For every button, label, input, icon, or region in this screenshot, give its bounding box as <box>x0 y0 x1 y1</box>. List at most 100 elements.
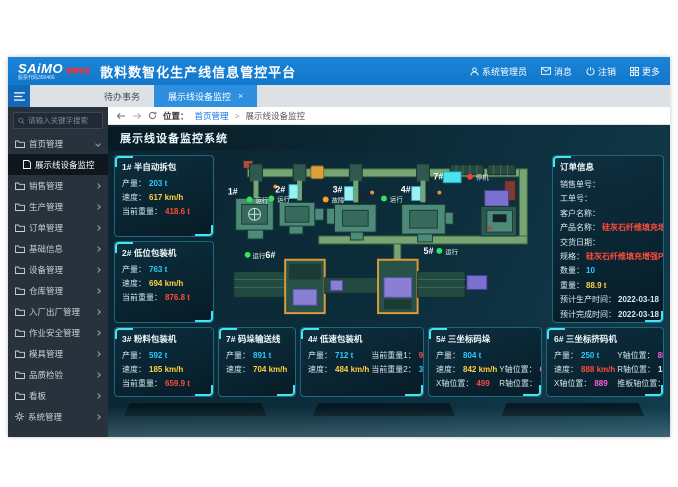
tab-pending-tasks[interactable]: 待办事务 <box>90 85 154 107</box>
logout-label: 注销 <box>598 65 616 78</box>
order-field-value: 2022-03-18 <box>618 293 659 307</box>
order-field-label: 产品名称： <box>560 221 600 235</box>
user-menu[interactable]: 系统管理员 <box>470 65 527 78</box>
sidebar-item-production-mgmt[interactable]: 生产管理 <box>8 196 108 217</box>
pallet-conveyor <box>234 260 487 313</box>
stat-label: 速度： <box>554 363 578 377</box>
stat-label: 当前重量： <box>122 291 162 305</box>
stat-value: 712 t <box>335 349 353 363</box>
sidebar-item-label: 入厂出厂管理 <box>29 306 92 318</box>
sidebar-item-label: 系统管理 <box>28 411 92 423</box>
stat-value: 842 km/h <box>463 363 497 377</box>
hamburger-icon <box>14 92 25 101</box>
stat-value: 617 km/h <box>149 191 183 205</box>
sidebar-item-warehouse-mgmt[interactable]: 仓库管理 <box>8 280 108 301</box>
breadcrumb-bar: 位置： 首页管理 > 展示线设备监控 <box>108 107 670 125</box>
sidebar-item-sales-mgmt[interactable]: 销售管理 <box>8 175 108 196</box>
stat-value: 704 km/h <box>253 363 287 377</box>
order-field-label: 客户名称： <box>560 207 600 221</box>
production-line-diagram: 1# 2# 3# 4# 7# 6# 5# <box>218 155 548 323</box>
search-input[interactable] <box>28 116 98 125</box>
stat-value: 889 <box>594 377 607 391</box>
station-2-label: 2# <box>275 185 285 195</box>
panel-title: 5# 三坐标码垛 <box>436 333 534 345</box>
more-button[interactable]: 更多 <box>630 65 660 78</box>
stat-panel-4-low-speed-packer: 4# 低速包装机 产量：712 t 当前重量1：995.0 t 速度：484 k… <box>300 327 424 397</box>
user-icon <box>470 67 479 76</box>
stat-value: 499 <box>476 377 489 391</box>
folder-icon <box>15 266 25 274</box>
chevron-right-icon <box>95 183 101 189</box>
sidebar-item-basic-info[interactable]: 基础信息 <box>8 238 108 259</box>
stat-value: 659.9 t <box>165 377 190 391</box>
status-dot-4 <box>381 196 387 202</box>
stat-value: 694 km/h <box>149 277 183 291</box>
status-dot-6 <box>245 252 251 258</box>
stat-label: R轴位置： <box>499 377 537 391</box>
stat-label: 速度： <box>436 363 460 377</box>
logo-text: SAiMO <box>18 62 63 75</box>
monitoring-dashboard: 展示线设备监控系统 1# 半自动拆包 产量：203 t 速度：617 km/h … <box>108 125 670 437</box>
stat-value: 876.8 t <box>165 291 190 305</box>
decorative-trapezoids <box>124 403 644 416</box>
forward-arrow-icon[interactable] <box>132 112 142 120</box>
stat-value: 344.1 t <box>419 363 424 377</box>
order-field-label: 工单号： <box>560 192 592 206</box>
stat-value: 185 km/h <box>149 363 183 377</box>
folder-icon <box>15 329 25 337</box>
chevron-right-icon <box>95 330 101 336</box>
station-6-label: 6# <box>265 250 275 260</box>
chevron-down-icon <box>95 141 101 147</box>
sidebar-item-quality-inspection[interactable]: 品质检验 <box>8 364 108 385</box>
sidebar-item-label: 品质检验 <box>29 369 92 381</box>
refresh-icon[interactable] <box>148 111 157 120</box>
stat-value: 203 t <box>149 177 167 191</box>
panel-title: 4# 低速包装机 <box>308 333 416 345</box>
chevron-right-icon <box>95 414 101 420</box>
stat-value: 592 t <box>149 349 167 363</box>
sidebar-toggle-button[interactable] <box>8 85 30 107</box>
breadcrumb-separator: > <box>235 111 240 121</box>
sidebar: 首页管理 展示线设备监控 销售管理 生产管理 订单管理 <box>8 107 108 437</box>
tab-display-line-monitor[interactable]: 展示线设备监控 × <box>154 85 257 107</box>
sidebar-item-display-line-monitor[interactable]: 展示线设备监控 <box>8 154 108 175</box>
folder-icon <box>15 224 25 232</box>
stat-label: 产量： <box>554 349 578 363</box>
stat-value: 250 t <box>581 349 599 363</box>
order-info-panel: 订单信息 销售单号： 工单号： 客户名称： 产品名称：硅灰石纤维填充增强PP 交… <box>552 155 664 323</box>
stat-value: 418.6 t <box>165 205 190 219</box>
stat-value: 69 <box>540 363 542 377</box>
sidebar-item-order-mgmt[interactable]: 订单管理 <box>8 217 108 238</box>
station-3-label: 3# <box>333 185 343 195</box>
stat-value: 163 <box>540 377 542 391</box>
sidebar-item-home-mgmt[interactable]: 首页管理 <box>8 133 108 154</box>
sidebar-item-label: 仓库管理 <box>29 285 92 297</box>
folder-icon <box>15 287 25 295</box>
close-icon[interactable]: × <box>238 91 243 101</box>
stat-panel-2-low-position-packer: 2# 低位包装机 产量：763 t 速度：694 km/h 当前重量：876.8… <box>114 241 214 323</box>
sidebar-item-inout-factory-mgmt[interactable]: 入厂出厂管理 <box>8 301 108 322</box>
chevron-right-icon <box>95 393 101 399</box>
mail-icon <box>541 67 551 75</box>
pipe-right <box>519 169 527 244</box>
sidebar-item-kanban[interactable]: 看板 <box>8 385 108 406</box>
back-arrow-icon[interactable] <box>116 112 126 120</box>
stat-panel-3-powder-packer: 3# 粉料包装机 产量：592 t 速度：185 km/h 当前重量：659.9… <box>114 327 214 397</box>
order-field-value: 10 <box>586 264 595 278</box>
station-4-label: 4# <box>401 185 411 195</box>
sidebar-item-mold-mgmt[interactable]: 模具管理 <box>8 343 108 364</box>
station-7-screen <box>443 172 461 183</box>
messages-button[interactable]: 消息 <box>541 65 572 78</box>
chevron-right-icon <box>95 204 101 210</box>
sidebar-item-label: 模具管理 <box>29 348 92 360</box>
sidebar-item-system-mgmt[interactable]: 系统管理 <box>8 406 108 427</box>
breadcrumb-parent-link[interactable]: 首页管理 <box>195 110 229 122</box>
logout-button[interactable]: 注销 <box>586 65 616 78</box>
stat-value: 18 <box>658 363 664 377</box>
sidebar-item-work-safety-mgmt[interactable]: 作业安全管理 <box>8 322 108 343</box>
sidebar-search[interactable] <box>13 112 103 129</box>
pipe-elbow <box>311 166 324 179</box>
stat-label: R轴位置： <box>617 363 655 377</box>
sidebar-item-equipment-mgmt[interactable]: 设备管理 <box>8 259 108 280</box>
stat-label: 推板轴位置： <box>617 377 664 391</box>
